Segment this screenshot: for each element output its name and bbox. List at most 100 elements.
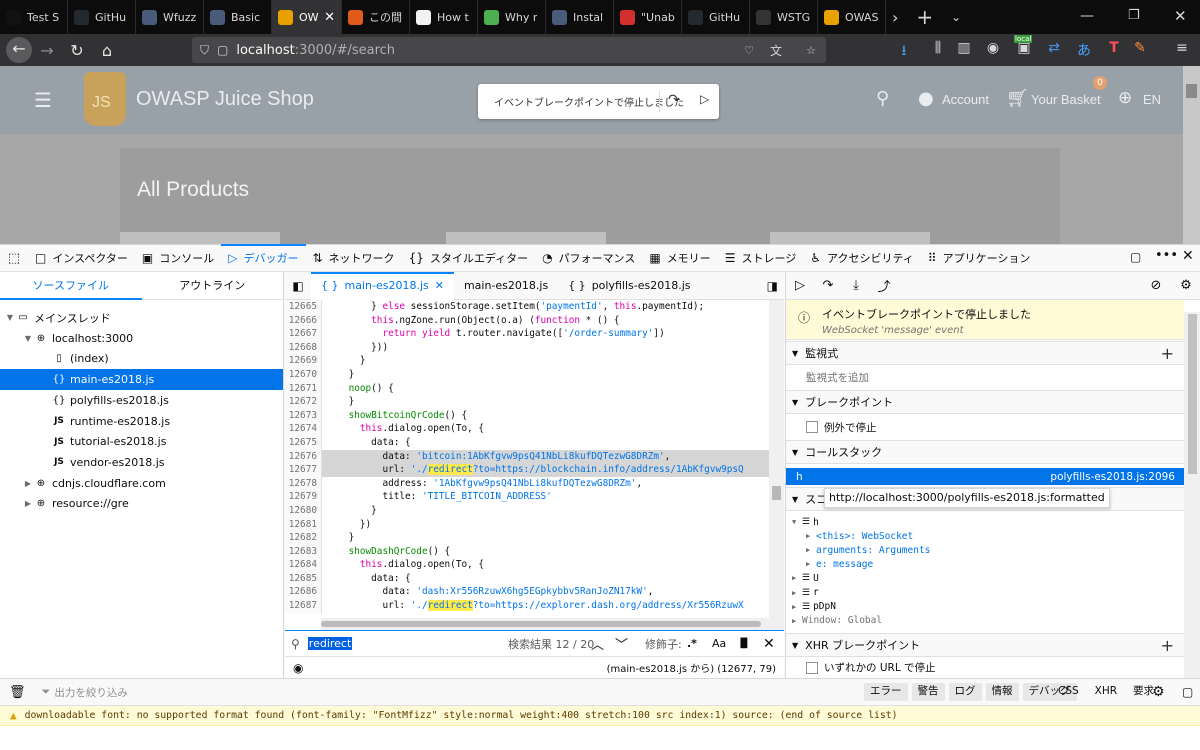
line-number[interactable]: 12670: [285, 367, 321, 382]
devtools-tab[interactable]: {} スタイルエディター: [402, 245, 536, 272]
new-tab-button[interactable]: +: [916, 0, 933, 34]
step-out-icon[interactable]: ⤴: [870, 276, 898, 295]
restore-button[interactable]: ❐: [1128, 8, 1140, 23]
line-number[interactable]: 12666: [285, 313, 321, 328]
account-circle-icon[interactable]: ●: [918, 88, 934, 109]
expand-arrow-icon[interactable]: ▶: [792, 617, 802, 625]
tree-item[interactable]: JS runtime-es2018.js: [0, 411, 283, 432]
scope-item[interactable]: ▶ Window: Global: [792, 614, 882, 628]
extension-a-icon[interactable]: あ: [1074, 40, 1094, 60]
scope-item[interactable]: ▶ <this>: WebSocket: [792, 529, 913, 543]
browser-tab[interactable]: How t: [410, 0, 478, 34]
menu-icon[interactable]: ☰: [34, 88, 52, 112]
line-number[interactable]: 12684: [285, 558, 321, 572]
extension-local-icon[interactable]: ▣ local: [1014, 35, 1034, 60]
add-watch-input[interactable]: 監視式を追加: [786, 365, 1184, 389]
product-card[interactable]: [770, 232, 930, 244]
trash-icon[interactable]: 🗑︎: [9, 685, 26, 700]
url-text[interactable]: localhost:3000/#/search: [236, 43, 395, 58]
browser-tab[interactable]: GitHu: [682, 0, 750, 34]
downloads-icon[interactable]: ⭳: [894, 40, 914, 60]
tree-item[interactable]: {} polyfills-es2018.js: [0, 390, 283, 411]
case-sensitive-toggle[interactable]: Aa: [712, 637, 726, 650]
code-line[interactable]: 12665 } else sessionStorage.setItem('pay…: [285, 300, 769, 314]
line-number[interactable]: 12682: [285, 531, 321, 545]
scope-item[interactable]: ▶ ☰ U: [792, 571, 819, 585]
pocket-icon[interactable]: ♡: [744, 44, 754, 57]
browser-tab[interactable]: Basic: [204, 0, 272, 34]
tree-arrow-icon[interactable]: ▼: [4, 313, 16, 322]
debugger-settings-icon[interactable]: ⚙: [1172, 278, 1200, 293]
tree-arrow-icon[interactable]: ▶: [22, 479, 34, 488]
tree-item[interactable]: ▼ ▭ メインスレッド: [0, 307, 283, 328]
browser-tab[interactable]: この間: [342, 0, 410, 34]
reload-button[interactable]: ↻: [62, 41, 92, 60]
code-line[interactable]: 12677 url: './redirect?to=https://blockc…: [285, 463, 769, 477]
step-over-icon[interactable]: ↷: [814, 278, 842, 293]
add-xhr-breakpoint-icon[interactable]: +: [1161, 636, 1174, 655]
code-line[interactable]: 12679 title: 'TITLE_BITCOIN_ADDRESS': [285, 490, 769, 504]
tree-item[interactable]: ▶ ⊕ cdnjs.cloudflare.com: [0, 473, 283, 494]
editor-horizontal-scrollbar[interactable]: [321, 618, 769, 630]
tree-item[interactable]: ▶ ⊕ resource://gre: [0, 493, 283, 514]
pretty-print-eye-icon[interactable]: ◉: [293, 661, 303, 675]
code-line[interactable]: 12674 this.dialog.open(To, {: [285, 422, 769, 436]
language-globe-icon[interactable]: ⊕: [1118, 88, 1132, 108]
list-all-tabs-button[interactable]: ⌄: [951, 0, 961, 34]
pick-element-icon[interactable]: ⬚: [0, 251, 28, 266]
console-level-filter[interactable]: 情報: [985, 683, 1019, 701]
devtools-tab[interactable]: □ インスペクター: [28, 245, 135, 272]
code-line[interactable]: 12687 url: './redirect?to=https://explor…: [285, 599, 769, 613]
tree-item[interactable]: ▼ ⊕ localhost:3000: [0, 328, 283, 349]
code-view[interactable]: 12665 } else sessionStorage.setItem('pay…: [285, 300, 769, 630]
editor-hscrollbar-thumb[interactable]: [321, 621, 761, 627]
close-window-button[interactable]: ✕: [1174, 7, 1187, 25]
code-line[interactable]: 12682 }: [285, 531, 769, 545]
expand-arrow-icon[interactable]: ▶: [792, 589, 802, 597]
console-filter-input[interactable]: 出力を絞り込み: [54, 685, 128, 700]
line-number[interactable]: 12668: [285, 340, 321, 355]
code-line[interactable]: 12685 data: {: [285, 571, 769, 586]
close-tab-icon[interactable]: ✕: [324, 10, 335, 25]
line-number[interactable]: 12675: [285, 435, 321, 450]
expand-arrow-icon[interactable]: ▶: [792, 574, 802, 582]
editor-tab[interactable]: { } main-es2018.js ✕: [311, 271, 454, 300]
line-number[interactable]: 12667: [285, 327, 321, 341]
code-line[interactable]: 12681 }): [285, 517, 769, 532]
console-extra-filter[interactable]: CSS: [1052, 683, 1085, 701]
tab-sources[interactable]: ソースファイル: [0, 272, 142, 300]
page-info-icon[interactable]: ▢: [217, 43, 228, 57]
expand-arrow-icon[interactable]: ▶: [806, 546, 816, 554]
bookmark-star-icon[interactable]: ☆: [806, 44, 816, 57]
xhr-any-url-checkbox[interactable]: [806, 661, 818, 674]
line-number[interactable]: 12686: [285, 585, 321, 600]
scope-item[interactable]: ▶ ☰ pDpN: [792, 600, 836, 614]
line-number[interactable]: 12673: [285, 408, 321, 423]
browser-tab[interactable]: Wfuzz: [136, 0, 204, 34]
extension-t-icon[interactable]: T: [1104, 40, 1124, 60]
library-icon[interactable]: ⫼: [928, 40, 948, 60]
code-line[interactable]: 12683 showDashQrCode() {: [285, 544, 769, 559]
tree-item[interactable]: ▯ (index): [0, 348, 283, 369]
line-number[interactable]: 12687: [285, 599, 321, 613]
line-number[interactable]: 12669: [285, 354, 321, 368]
shield-icon[interactable]: ⛉: [200, 43, 209, 58]
sidebar-icon[interactable]: ▥: [954, 40, 974, 60]
line-number[interactable]: 12681: [285, 517, 321, 532]
scope-item[interactable]: ▶ ☰ r: [792, 586, 819, 600]
code-line[interactable]: 12678 address: '1AbKfgvw9psQ41NbLi8kufDQ…: [285, 476, 769, 491]
xhr-breakpoints-header[interactable]: ▼ XHR ブレークポイント +: [786, 633, 1184, 657]
regex-toggle[interactable]: .*: [687, 637, 697, 650]
forward-button[interactable]: →: [32, 41, 62, 60]
step-over-icon[interactable]: ↷: [668, 92, 680, 108]
close-devtools-icon[interactable]: ✕: [1182, 248, 1194, 264]
resume-icon[interactable]: ▷: [700, 92, 709, 106]
search-icon[interactable]: ⚲: [876, 88, 889, 109]
line-number[interactable]: 12674: [285, 422, 321, 436]
close-tab-icon[interactable]: ✕: [435, 279, 444, 292]
tab-scroll-right-icon[interactable]: ›: [892, 0, 898, 34]
line-number[interactable]: 12665: [285, 300, 321, 314]
call-stack-frame[interactable]: h polyfills-es2018.js:2096: [786, 468, 1184, 485]
home-button[interactable]: ⌂: [92, 41, 122, 60]
extension-translate-icon[interactable]: ⇄: [1044, 40, 1064, 60]
